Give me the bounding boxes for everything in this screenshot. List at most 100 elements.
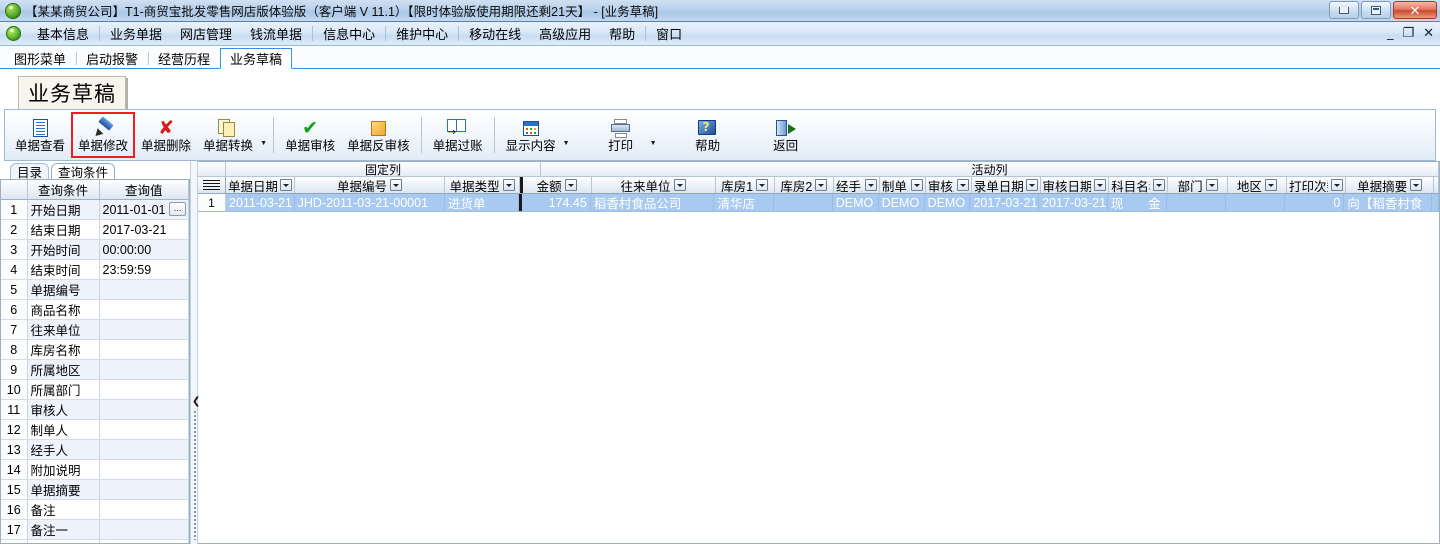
panel-tab-directory[interactable]: 目录 bbox=[10, 163, 49, 179]
table-cell[interactable]: DEMO bbox=[925, 194, 971, 211]
doc-post-button[interactable]: → 单据过账 bbox=[427, 112, 489, 158]
column-filter-dropdown-icon[interactable] bbox=[390, 179, 402, 191]
collapse-panel-icon[interactable]: ❮ bbox=[192, 397, 200, 407]
query-value-cell[interactable] bbox=[99, 280, 189, 300]
grid-column-header[interactable]: 经手人 bbox=[834, 177, 880, 193]
column-filter-dropdown-icon[interactable] bbox=[1094, 179, 1106, 191]
table-cell[interactable]: 0 bbox=[1285, 194, 1344, 211]
query-value-cell[interactable] bbox=[99, 420, 189, 440]
table-cell[interactable]: 稻香村食品公司 bbox=[591, 194, 715, 211]
query-row[interactable]: 7往来单位 bbox=[1, 320, 189, 340]
query-row[interactable]: 11审核人 bbox=[1, 400, 189, 420]
query-condition-cell[interactable]: 开始时间 bbox=[27, 240, 99, 260]
display-content-button[interactable]: 显示内容 bbox=[500, 112, 562, 158]
query-value-picker-button[interactable]: ... bbox=[169, 202, 186, 216]
query-row[interactable]: 14附加说明 bbox=[1, 460, 189, 480]
column-filter-dropdown-icon[interactable] bbox=[1026, 179, 1038, 191]
menu-item-shop-manage[interactable]: 网店管理 bbox=[171, 22, 241, 45]
panel-splitter[interactable]: ❮ bbox=[190, 161, 198, 544]
table-cell[interactable] bbox=[1167, 194, 1226, 211]
print-dropdown-arrow[interactable]: ▼ bbox=[649, 115, 658, 155]
query-condition-cell[interactable]: 商品名称 bbox=[27, 300, 99, 320]
doc-unapprove-button[interactable]: 单据反审核 bbox=[341, 112, 416, 158]
query-row[interactable]: 12制单人 bbox=[1, 420, 189, 440]
table-cell[interactable]: DEMO bbox=[833, 194, 879, 211]
panel-tab-query-conditions[interactable]: 查询条件 bbox=[51, 163, 115, 179]
grid-column-header[interactable]: 录单日期 bbox=[972, 177, 1041, 193]
query-value-cell[interactable]: 2011-01-01... bbox=[99, 200, 189, 220]
query-value-cell[interactable] bbox=[99, 500, 189, 520]
tab-startup-alarm[interactable]: 启动报警 bbox=[76, 47, 148, 68]
query-row[interactable]: 18备注二 bbox=[1, 540, 189, 544]
query-row[interactable]: 9所属地区 bbox=[1, 360, 189, 380]
column-filter-dropdown-icon[interactable] bbox=[1331, 179, 1343, 191]
query-value-cell[interactable] bbox=[99, 400, 189, 420]
column-filter-dropdown-icon[interactable] bbox=[865, 179, 877, 191]
query-value-cell[interactable] bbox=[99, 540, 189, 544]
column-filter-dropdown-icon[interactable] bbox=[1206, 179, 1218, 191]
doc-delete-button[interactable]: ✘ 单据删除 bbox=[135, 112, 197, 158]
query-value-cell[interactable] bbox=[99, 380, 189, 400]
query-row[interactable]: 17备注一 bbox=[1, 520, 189, 540]
query-value-cell[interactable]: 2017-03-21 bbox=[99, 220, 189, 240]
query-condition-cell[interactable]: 制单人 bbox=[27, 420, 99, 440]
table-cell[interactable] bbox=[1432, 194, 1439, 211]
table-row[interactable]: 12011-03-21JHD-2011-03-21-00001进货单174.45… bbox=[198, 194, 1439, 212]
grid-column-header[interactable]: 地区 bbox=[1228, 177, 1287, 193]
query-condition-cell[interactable]: 单据编号 bbox=[27, 280, 99, 300]
menu-item-cashflow-docs[interactable]: 钱流单据 bbox=[241, 22, 311, 45]
minimize-button[interactable] bbox=[1329, 1, 1359, 19]
query-row[interactable]: 3开始时间00:00:00 bbox=[1, 240, 189, 260]
table-cell[interactable]: 进货单 bbox=[445, 194, 519, 211]
query-condition-cell[interactable]: 备注一 bbox=[27, 520, 99, 540]
query-condition-cell[interactable]: 库房名称 bbox=[27, 340, 99, 360]
query-value-cell[interactable] bbox=[99, 460, 189, 480]
print-button[interactable]: 打印 bbox=[593, 112, 649, 158]
column-filter-dropdown-icon[interactable] bbox=[1265, 179, 1277, 191]
column-filter-dropdown-icon[interactable] bbox=[280, 179, 292, 191]
query-condition-cell[interactable]: 审核人 bbox=[27, 400, 99, 420]
query-condition-header[interactable]: 查询条件 bbox=[27, 180, 99, 200]
table-cell[interactable]: 现 金 bbox=[1108, 194, 1167, 211]
query-row[interactable]: 2结束日期2017-03-21 bbox=[1, 220, 189, 240]
grid-column-header[interactable]: 单据摘要 bbox=[1346, 177, 1434, 193]
grid-column-header[interactable]: 单据日期 bbox=[226, 177, 295, 193]
column-filter-dropdown-icon[interactable] bbox=[815, 179, 827, 191]
column-filter-dropdown-icon[interactable] bbox=[957, 179, 969, 191]
column-filter-dropdown-icon[interactable] bbox=[1410, 179, 1422, 191]
table-cell[interactable]: 2017-03-21 bbox=[970, 194, 1039, 211]
doc-approve-button[interactable]: ✔ 单据审核 bbox=[279, 112, 341, 158]
query-row[interactable]: 6商品名称 bbox=[1, 300, 189, 320]
column-filter-dropdown-icon[interactable] bbox=[565, 179, 577, 191]
query-condition-cell[interactable]: 所属地区 bbox=[27, 360, 99, 380]
query-value-cell[interactable]: 00:00:00 bbox=[99, 240, 189, 260]
column-filter-dropdown-icon[interactable] bbox=[674, 179, 686, 191]
table-cell[interactable] bbox=[1226, 194, 1285, 211]
table-cell[interactable] bbox=[774, 194, 833, 211]
query-condition-cell[interactable]: 结束时间 bbox=[27, 260, 99, 280]
grid-column-header[interactable]: 审核人 bbox=[926, 177, 972, 193]
grid-column-header[interactable]: 金额 bbox=[523, 177, 592, 193]
grid-column-header[interactable]: 往来单位 bbox=[592, 177, 716, 193]
query-condition-cell[interactable]: 备注 bbox=[27, 500, 99, 520]
grid-column-header[interactable]: 部门 bbox=[1168, 177, 1227, 193]
column-filter-dropdown-icon[interactable] bbox=[503, 179, 515, 191]
menu-item-basic-info[interactable]: 基本信息 bbox=[28, 22, 98, 45]
grid-column-header[interactable]: 科目名称 bbox=[1109, 177, 1168, 193]
display-content-dropdown-arrow[interactable]: ▼ bbox=[562, 115, 571, 155]
query-value-cell[interactable] bbox=[99, 340, 189, 360]
menu-item-info-center[interactable]: 信息中心 bbox=[314, 22, 384, 45]
grid-corner-button[interactable] bbox=[198, 177, 226, 193]
doc-convert-button[interactable]: 单据转换 bbox=[197, 112, 259, 158]
tab-business-draft[interactable]: 业务草稿 bbox=[220, 48, 292, 69]
mdi-restore-button[interactable]: ❐ bbox=[1402, 27, 1414, 40]
table-cell[interactable]: DEMO bbox=[879, 194, 925, 211]
menu-item-window[interactable]: 窗口 bbox=[647, 22, 691, 45]
menu-item-maintenance-center[interactable]: 维护中心 bbox=[387, 22, 457, 45]
table-cell[interactable]: JHD-2011-03-21-00001 bbox=[295, 194, 445, 211]
table-cell[interactable]: 174.45 bbox=[522, 194, 591, 211]
column-filter-dropdown-icon[interactable] bbox=[911, 179, 923, 191]
tab-business-history[interactable]: 经营历程 bbox=[148, 47, 220, 68]
grid-column-header[interactable]: 单据编号 bbox=[295, 177, 446, 193]
doc-convert-dropdown-arrow[interactable]: ▼ bbox=[259, 115, 268, 155]
